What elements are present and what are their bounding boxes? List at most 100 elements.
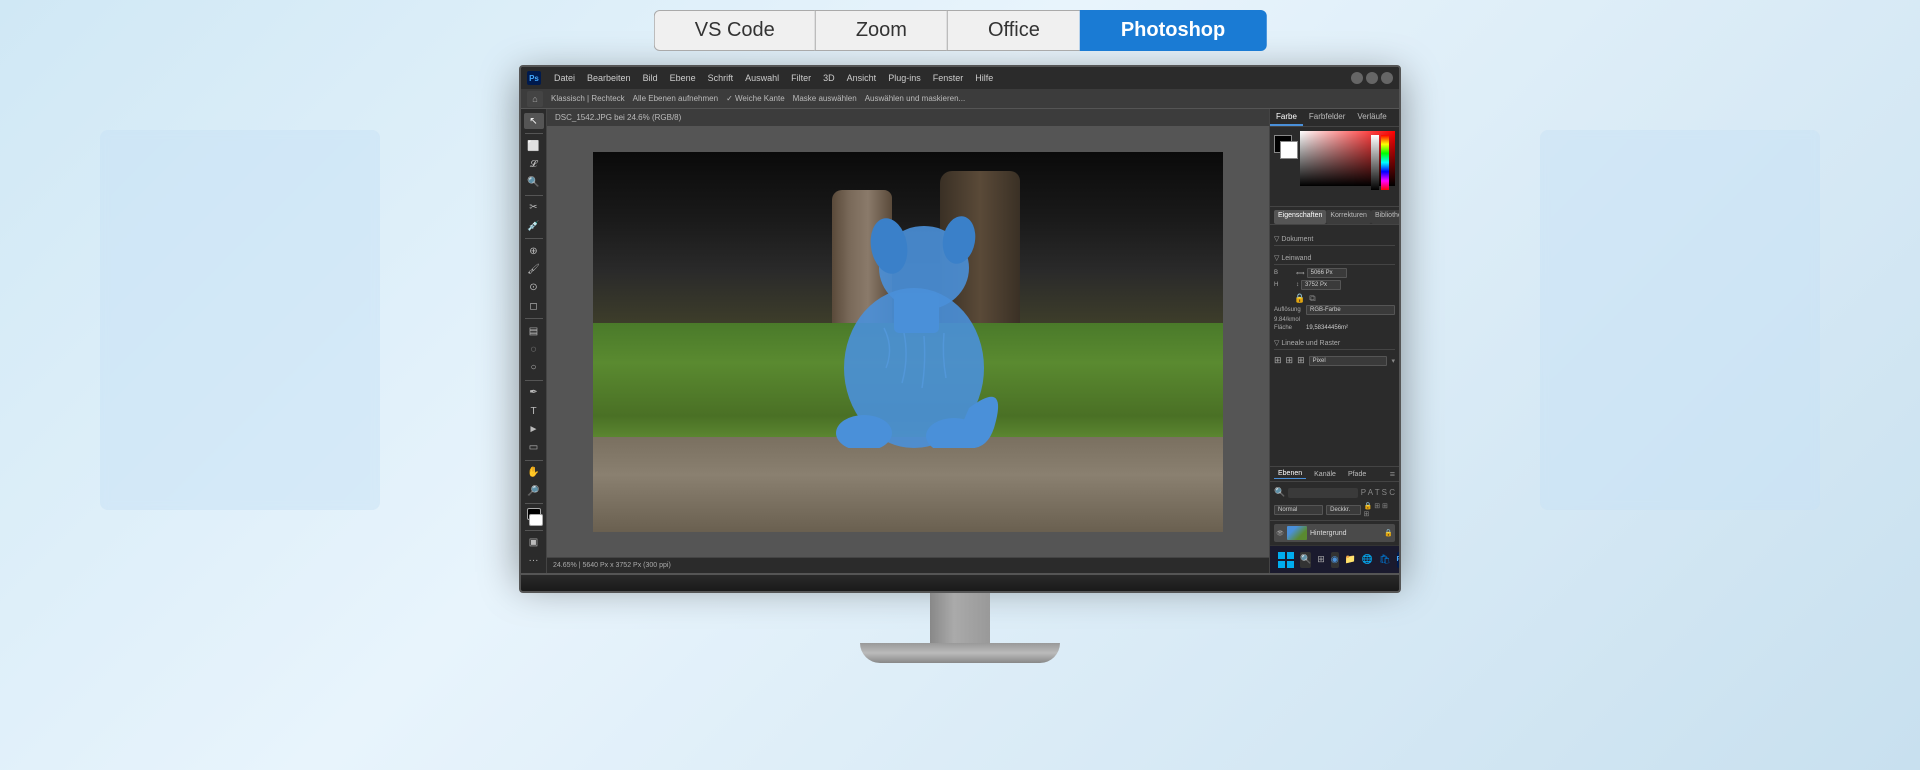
- ps-status-bar: 24.65% | 5640 Px x 3752 Px (300 ppi): [547, 557, 1269, 573]
- tool-spot-heal[interactable]: ⊕: [524, 243, 544, 259]
- tab-farbe[interactable]: Farbe: [1270, 109, 1303, 126]
- tab-zoom[interactable]: Zoom: [815, 10, 947, 51]
- prop-width-input[interactable]: 5066 Px: [1307, 268, 1347, 278]
- tool-brush[interactable]: 🖌: [524, 261, 544, 277]
- tool-eraser[interactable]: ◻: [524, 298, 544, 314]
- layers-blend-mode[interactable]: Normal: [1274, 505, 1323, 515]
- blue-dog-silhouette: [814, 188, 1014, 448]
- layers-search-row: 🔍 P A T S C: [1270, 485, 1399, 500]
- menu-hilfe[interactable]: Hilfe: [970, 71, 998, 85]
- layers-menu-icon[interactable]: ≡: [1390, 469, 1395, 479]
- tool-divider-6: [525, 460, 543, 461]
- background-color-swatch[interactable]: [1280, 141, 1298, 159]
- tool-eyedropper[interactable]: 💉: [524, 218, 544, 234]
- taskbar-browser-icon[interactable]: ◉: [1331, 552, 1339, 568]
- tab-kanale[interactable]: Kanäle: [1310, 470, 1340, 479]
- tool-shape[interactable]: ▭: [524, 440, 544, 456]
- taskbar-search-icon[interactable]: 🔍: [1300, 552, 1311, 568]
- ps-taskbar: 🔍 ⊞ ◉ 📁 🌐 🛍 Ps 11:13 29.11.2021: [1270, 545, 1399, 573]
- ps-logo-icon: Ps: [527, 71, 541, 85]
- layer-row-background[interactable]: 👁 Hintergrund 🔒: [1274, 524, 1395, 542]
- menu-datei[interactable]: Datei: [549, 71, 580, 85]
- taskbar-ps-icon[interactable]: Ps: [1397, 552, 1400, 568]
- tab-vscode[interactable]: VS Code: [654, 10, 815, 51]
- tool-text[interactable]: T: [524, 403, 544, 419]
- menu-auswahl[interactable]: Auswahl: [740, 71, 784, 85]
- layer-visibility-icon[interactable]: 👁: [1276, 529, 1284, 537]
- tab-eigenschaften[interactable]: Eigenschaften: [1274, 210, 1326, 224]
- menu-bearbeiten[interactable]: Bearbeiten: [582, 71, 636, 85]
- maximize-button[interactable]: [1366, 72, 1378, 84]
- prop-colormode-label: 9.84/kmol: [1274, 317, 1304, 323]
- color-bw-strip[interactable]: [1371, 135, 1379, 190]
- options-action: Maske auswählen: [793, 94, 857, 103]
- tool-select-rect[interactable]: ⬜: [524, 138, 544, 154]
- taskbar-edge-icon[interactable]: 🌐: [1362, 552, 1373, 568]
- tool-blur[interactable]: ◌: [524, 341, 544, 357]
- tool-mode[interactable]: ▣: [524, 534, 544, 550]
- ruler-snap-icon: ⊞: [1297, 355, 1305, 366]
- tab-ebenen[interactable]: Ebenen: [1274, 469, 1306, 479]
- menu-bild[interactable]: Bild: [638, 71, 663, 85]
- prop-height-label: H: [1274, 282, 1294, 288]
- tool-more[interactable]: ···: [524, 553, 544, 569]
- layers-opacity[interactable]: Deckkr.: [1326, 505, 1360, 515]
- ps-toolbar: ↖ ⬜ 𝓛 🔍 ✂ 💉 ⊕ 🖌 ⊙ ◻ ▤ ◌ ○ ✒ T ►: [521, 109, 547, 573]
- canvas-tab-label: DSC_1542.JPG bei 24.6% (RGB/8): [555, 113, 681, 122]
- windows-start-button[interactable]: [1278, 550, 1294, 570]
- ruler-dropdown-icon[interactable]: ▾: [1391, 357, 1395, 365]
- tab-office[interactable]: Office: [947, 10, 1080, 51]
- tool-zoom[interactable]: 🔎: [524, 483, 544, 499]
- tool-divider-2: [525, 195, 543, 196]
- prop-height-input[interactable]: 3752 Px: [1301, 280, 1341, 290]
- tool-clone[interactable]: ⊙: [524, 280, 544, 296]
- tool-gradient[interactable]: ▤: [524, 323, 544, 339]
- menu-ansicht[interactable]: Ansicht: [842, 71, 882, 85]
- home-icon[interactable]: ⌂: [527, 91, 543, 107]
- tool-dodge[interactable]: ○: [524, 360, 544, 376]
- taskbar-apps-icon[interactable]: ⊞: [1317, 552, 1325, 568]
- tool-move[interactable]: ↖: [524, 113, 544, 129]
- close-button[interactable]: [1381, 72, 1393, 84]
- tab-korrekturen[interactable]: Korrekturen: [1326, 210, 1371, 224]
- menu-ebene[interactable]: Ebene: [665, 71, 701, 85]
- tab-photoshop[interactable]: Photoshop: [1080, 10, 1266, 51]
- tool-path-select[interactable]: ►: [524, 421, 544, 437]
- prop-row-resolution: Auflösung RGB-Farbe: [1274, 305, 1395, 315]
- layers-search-input[interactable]: [1288, 488, 1358, 498]
- menu-plugins[interactable]: Plug-ins: [883, 71, 926, 85]
- properties-panel: ▽ Dokument ▽ Leinwand B: [1270, 229, 1399, 466]
- tab-verlaufe[interactable]: Verläufe: [1351, 109, 1392, 126]
- menu-fenster[interactable]: Fenster: [928, 71, 969, 85]
- tool-crop[interactable]: ✂: [524, 200, 544, 216]
- tool-hand[interactable]: ✋: [524, 465, 544, 481]
- menu-schrift[interactable]: Schrift: [703, 71, 739, 85]
- tool-divider-3: [525, 238, 543, 239]
- tool-quick-select[interactable]: 🔍: [524, 175, 544, 191]
- layers-tabs: Ebenen Kanäle Pfade ≡: [1270, 467, 1399, 482]
- tab-pfade[interactable]: Pfade: [1344, 470, 1370, 479]
- color-hue-strip[interactable]: [1381, 135, 1389, 190]
- tab-farbfelder[interactable]: Farbfelder: [1303, 109, 1351, 126]
- tool-divider-4: [525, 318, 543, 319]
- ps-panels: Farbe Farbfelder Verläufe Muster: [1269, 109, 1399, 573]
- prop-flaeche-label: Fläche: [1274, 325, 1304, 331]
- menu-filter[interactable]: Filter: [786, 71, 816, 85]
- tab-bibliotheken[interactable]: Bibliotheken: [1371, 210, 1399, 224]
- taskbar-store-icon[interactable]: 🛍: [1379, 552, 1390, 568]
- tool-lasso[interactable]: 𝓛: [524, 156, 544, 172]
- options-curve: ✓ Weiche Kante: [726, 94, 785, 103]
- prop-resolution-value[interactable]: RGB-Farbe: [1306, 305, 1395, 315]
- layers-search-icon: 🔍: [1274, 487, 1285, 498]
- prop-doc-title: ▽ Dokument: [1274, 233, 1395, 246]
- tool-pen[interactable]: ✒: [524, 385, 544, 401]
- ps-canvas-content[interactable]: [547, 127, 1269, 557]
- minimize-button[interactable]: [1351, 72, 1363, 84]
- prop-width-label: B: [1274, 270, 1294, 276]
- tab-muster[interactable]: Muster: [1393, 109, 1399, 126]
- prop-section-canvas: ▽ Leinwand B ⟺ 5066 Px: [1274, 252, 1395, 331]
- ruler-unit[interactable]: Pixel: [1309, 356, 1388, 366]
- taskbar-folder-icon[interactable]: 📁: [1345, 552, 1356, 568]
- tool-background-color[interactable]: [529, 514, 543, 526]
- menu-3d[interactable]: 3D: [818, 71, 840, 85]
